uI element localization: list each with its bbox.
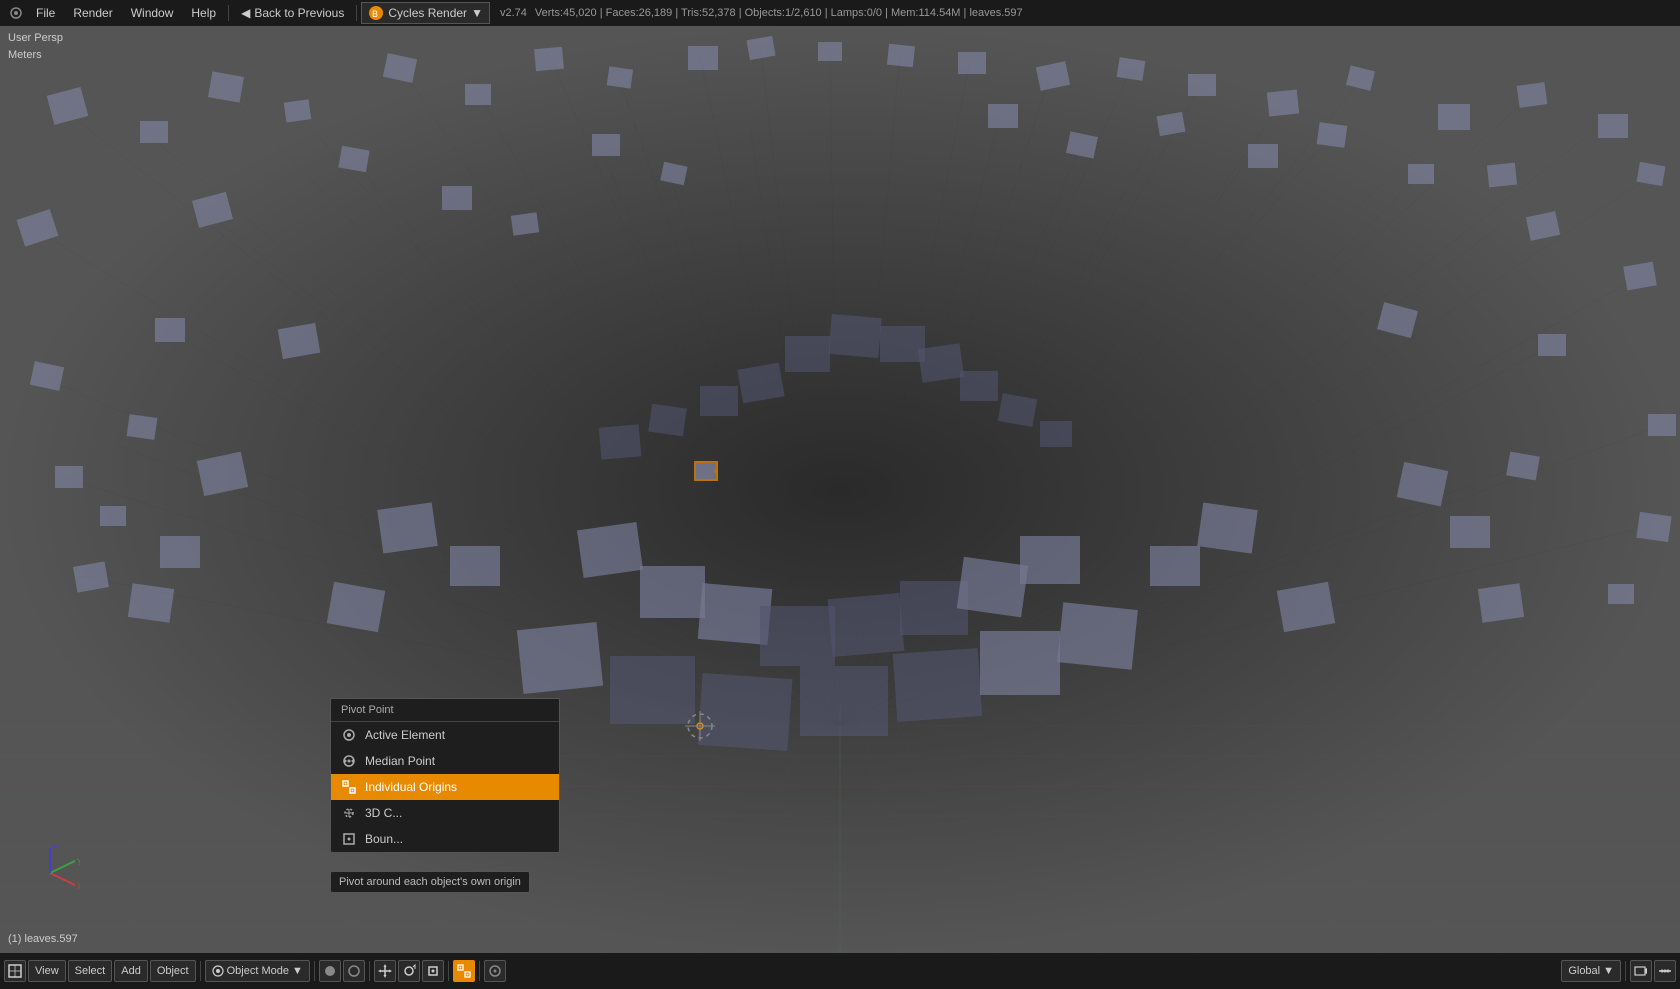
back-to-previous-btn[interactable]: ◀ Back to Previous — [233, 4, 352, 22]
select-menu-btn[interactable]: Select — [68, 960, 113, 982]
back-arrow-icon: ◀ — [241, 6, 250, 20]
top-menu-bar: File Render Window Help ◀ Back to Previo… — [0, 0, 1680, 26]
timeline-icon — [1658, 964, 1672, 978]
svg-text:Z: Z — [52, 843, 58, 849]
pivot-bounding-box[interactable]: Boun... — [331, 826, 559, 852]
individual-origins-icon — [341, 779, 357, 795]
system-icon[interactable] — [6, 3, 26, 23]
pivot-active-element[interactable]: Active Element — [331, 722, 559, 748]
snap-toggle[interactable] — [484, 960, 506, 982]
active-element-icon — [341, 727, 357, 743]
separator — [369, 961, 370, 981]
render-preview-icon[interactable] — [1630, 960, 1652, 982]
dropdown-arrow: ▼ — [471, 6, 483, 20]
blender-logo: B — [368, 5, 384, 21]
axis-gizmo: X Y Z — [20, 843, 80, 903]
viewport-type-icon[interactable] — [4, 960, 26, 982]
dropdown-chevron: ▼ — [292, 965, 303, 977]
separator — [200, 961, 201, 981]
menu-window[interactable]: Window — [123, 4, 182, 22]
viewport-canvas — [0, 26, 1680, 953]
viewport-stats: v2.74 Verts:45,020 | Faces:26,189 | Tris… — [492, 7, 1674, 19]
view-menu-btn[interactable]: View — [28, 960, 66, 982]
pivot-icon — [457, 964, 471, 978]
object-mode-icon — [212, 965, 224, 977]
rotate-manipulator[interactable] — [398, 960, 420, 982]
viewport-shading-wire[interactable] — [343, 960, 365, 982]
bounding-box-icon — [341, 831, 357, 847]
solid-shading-icon — [323, 964, 337, 978]
timeline-icon-btn[interactable] — [1654, 960, 1676, 982]
separator — [448, 961, 449, 981]
separator — [314, 961, 315, 981]
pivot-point-btn[interactable] — [453, 960, 475, 982]
render-engine-dropdown[interactable]: B Cycles Render ▼ — [361, 2, 490, 24]
rotate-icon — [402, 964, 416, 978]
pivot-individual-origins[interactable]: Individual Origins — [331, 774, 559, 800]
scale-icon — [426, 964, 440, 978]
camera-icon — [1634, 964, 1648, 978]
scale-manipulator[interactable] — [422, 960, 444, 982]
selection-info: (1) leaves.597 — [8, 933, 78, 945]
snap-icon — [488, 964, 502, 978]
separator — [228, 5, 229, 21]
menu-help[interactable]: Help — [183, 4, 224, 22]
pivot-tooltip: Pivot around each object's own origin — [330, 871, 530, 893]
pivot-menu-title: Pivot Point — [331, 699, 559, 722]
svg-text:B: B — [372, 9, 378, 19]
wire-shading-icon — [347, 964, 361, 978]
viewport-3d[interactable]: User Persp Meters X Y Z (1) leaves.597 P… — [0, 26, 1680, 953]
menu-render[interactable]: Render — [65, 4, 120, 22]
pivot-3d-cursor[interactable]: 3D C... — [331, 800, 559, 826]
translate-manipulator[interactable] — [374, 960, 396, 982]
bottom-toolbar: View Select Add Object Object Mode ▼ — [0, 953, 1680, 989]
separator — [479, 961, 480, 981]
dropdown-chevron: ▼ — [1603, 965, 1614, 977]
object-menu-btn[interactable]: Object — [150, 960, 196, 982]
separator — [356, 5, 357, 21]
menu-file[interactable]: File — [28, 4, 63, 22]
separator — [1625, 961, 1626, 981]
median-point-icon — [341, 753, 357, 769]
pivot-median-point[interactable]: Median Point — [331, 748, 559, 774]
pivot-point-menu: Pivot Point Active Element Median Point — [330, 698, 560, 853]
translate-icon — [378, 964, 392, 978]
add-menu-btn[interactable]: Add — [114, 960, 148, 982]
viewport-shading-solid[interactable] — [319, 960, 341, 982]
3d-cursor-icon — [341, 805, 357, 821]
svg-text:Y: Y — [77, 857, 80, 867]
svg-text:X: X — [77, 881, 80, 891]
transform-space-dropdown[interactable]: Global ▼ — [1561, 960, 1621, 982]
object-mode-dropdown[interactable]: Object Mode ▼ — [205, 960, 310, 982]
